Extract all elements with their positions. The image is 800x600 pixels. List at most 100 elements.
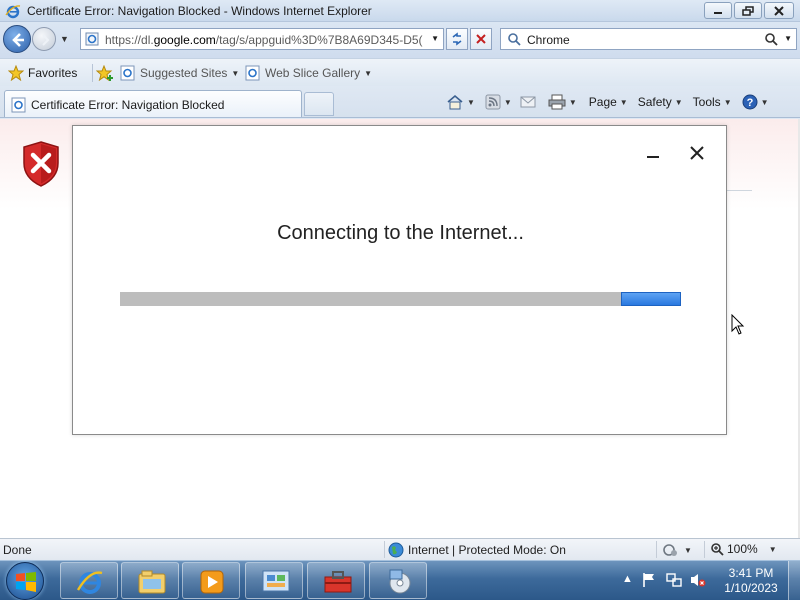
stop-icon xyxy=(476,34,486,44)
navigation-bar: ▼ https://dl.google.com/tag/s/appguid%3D… xyxy=(0,22,800,58)
connecting-message: Connecting to the Internet... xyxy=(277,222,524,244)
zone-text: Internet | Protected Mode: On xyxy=(408,543,566,557)
media-player-icon xyxy=(200,570,224,594)
status-bar: Done Internet | Protected Mode: On ▼ 100… xyxy=(0,538,800,560)
printer-icon xyxy=(548,94,566,110)
address-dropdown-icon[interactable]: ▼ xyxy=(431,34,439,43)
favorites-star-icon xyxy=(8,65,24,81)
chevron-down-icon: ▼ xyxy=(684,545,692,555)
dialog-minimize-button[interactable] xyxy=(645,148,661,164)
restore-window-button[interactable] xyxy=(734,2,762,19)
globe-icon xyxy=(388,542,404,558)
stop-button[interactable] xyxy=(470,28,492,50)
forward-button[interactable] xyxy=(32,27,56,51)
taskbar-internet-explorer[interactable] xyxy=(60,562,118,599)
title-bar: Certificate Error: Navigation Blocked - … xyxy=(0,0,800,22)
taskbar: ▲ 3:41 PM 1/10/2023 xyxy=(0,560,800,600)
search-icon[interactable] xyxy=(764,32,778,46)
favorites-label: Favorites xyxy=(28,66,78,80)
chevron-down-icon: ▼ xyxy=(760,97,769,107)
web-slice-gallery-link[interactable]: Web Slice Gallery ▼ xyxy=(245,65,372,81)
chevron-down-icon: ▼ xyxy=(674,97,683,107)
search-provider-icon xyxy=(508,33,521,46)
connection-progress-bar xyxy=(120,292,681,306)
chevron-down-icon: ▼ xyxy=(364,68,373,78)
show-hidden-icons-icon[interactable]: ▲ xyxy=(622,573,633,585)
chevron-down-icon: ▼ xyxy=(568,97,577,107)
minimize-icon xyxy=(647,156,659,158)
favorites-button[interactable]: Favorites xyxy=(8,65,77,81)
network-icon[interactable] xyxy=(666,572,682,588)
chevron-down-icon: ▼ xyxy=(723,97,732,107)
favorites-separator xyxy=(92,64,93,82)
close-window-button[interactable] xyxy=(764,2,794,19)
tab-certificate-error[interactable]: Certificate Error: Navigation Blocked xyxy=(4,90,302,117)
protected-mode-settings[interactable]: ▼ xyxy=(662,542,692,558)
chevron-down-icon: ▼ xyxy=(768,544,777,554)
clock-date: 1/10/2023 xyxy=(724,581,778,595)
minimize-window-button[interactable] xyxy=(704,2,732,19)
add-to-favorites-bar-button[interactable] xyxy=(96,65,114,81)
refresh-icon xyxy=(452,32,462,46)
tab-row: Certificate Error: Navigation Blocked ▼ … xyxy=(0,86,800,118)
home-button[interactable]: ▼ xyxy=(446,94,475,110)
action-center-flag-icon[interactable] xyxy=(642,572,656,588)
search-options-dropdown[interactable]: ▼ xyxy=(784,34,792,43)
window-title: Certificate Error: Navigation Blocked - … xyxy=(27,4,372,18)
home-icon xyxy=(447,94,463,110)
taskbar-media-player[interactable] xyxy=(182,562,240,599)
feeds-button[interactable]: ▼ xyxy=(485,94,512,110)
control-panel-icon xyxy=(262,570,290,592)
suggested-sites-link[interactable]: Suggested Sites ▼ xyxy=(120,65,239,81)
taskbar-toolbox-app[interactable] xyxy=(307,562,365,599)
ie-page-icon xyxy=(120,65,135,81)
windows-logo-icon xyxy=(16,572,36,592)
url-path: /tag/s/appguid%3D%7B8A69D345-D5( xyxy=(215,33,423,47)
taskbar-control-panel[interactable] xyxy=(245,562,303,599)
refresh-button[interactable] xyxy=(446,28,468,50)
read-mail-button[interactable] xyxy=(520,96,536,108)
security-zone[interactable]: Internet | Protected Mode: On xyxy=(388,542,566,558)
search-input[interactable]: Chrome xyxy=(527,33,570,47)
page-menu[interactable]: Page ▼ xyxy=(589,95,628,109)
chevron-down-icon: ▼ xyxy=(467,97,475,107)
chevron-down-icon: ▼ xyxy=(619,97,628,107)
svg-text:?: ? xyxy=(746,97,753,109)
progress-fill xyxy=(621,292,681,306)
gear-globe-icon xyxy=(663,544,677,556)
volume-muted-icon[interactable] xyxy=(690,572,706,588)
url-domain: google.com xyxy=(153,33,216,47)
zoom-control[interactable]: 100% ▼ xyxy=(710,542,777,556)
print-button[interactable]: ▼ xyxy=(548,94,577,110)
taskbar-installer[interactable] xyxy=(369,562,427,599)
taskbar-windows-explorer[interactable] xyxy=(121,562,179,599)
show-desktop-button[interactable] xyxy=(788,561,800,600)
safety-menu[interactable]: Safety ▼ xyxy=(638,95,683,109)
back-button[interactable] xyxy=(3,25,31,53)
minimize-icon xyxy=(714,11,722,14)
connecting-dialog: Connecting to the Internet... xyxy=(72,125,727,435)
close-icon xyxy=(774,5,784,16)
address-url[interactable]: https://dl.google.com/tag/s/appguid%3D%7… xyxy=(105,33,425,47)
internet-explorer-icon xyxy=(5,5,21,19)
help-button[interactable]: ? ▼ xyxy=(742,94,769,110)
address-bar[interactable]: https://dl.google.com/tag/s/appguid%3D%7… xyxy=(80,28,444,50)
tools-menu[interactable]: Tools ▼ xyxy=(693,95,732,109)
search-box[interactable]: Chrome ▼ xyxy=(500,28,797,50)
web-slice-gallery-label: Web Slice Gallery xyxy=(265,66,361,80)
restore-icon xyxy=(742,5,754,16)
mouse-cursor-icon xyxy=(731,314,745,335)
system-clock[interactable]: 3:41 PM 1/10/2023 xyxy=(718,566,784,596)
dialog-close-button[interactable] xyxy=(687,144,707,164)
rss-feed-icon xyxy=(485,94,501,110)
page-icon xyxy=(85,32,99,46)
help-icon: ? xyxy=(742,94,758,110)
start-button[interactable] xyxy=(6,562,44,600)
add-favorite-icon xyxy=(96,65,113,81)
ie-page-icon xyxy=(245,65,260,81)
page-menu-label: Page xyxy=(588,95,617,109)
new-tab-button[interactable] xyxy=(304,92,334,116)
internet-explorer-icon xyxy=(76,571,103,594)
status-separator xyxy=(704,541,705,558)
recent-pages-dropdown[interactable]: ▼ xyxy=(60,34,69,44)
